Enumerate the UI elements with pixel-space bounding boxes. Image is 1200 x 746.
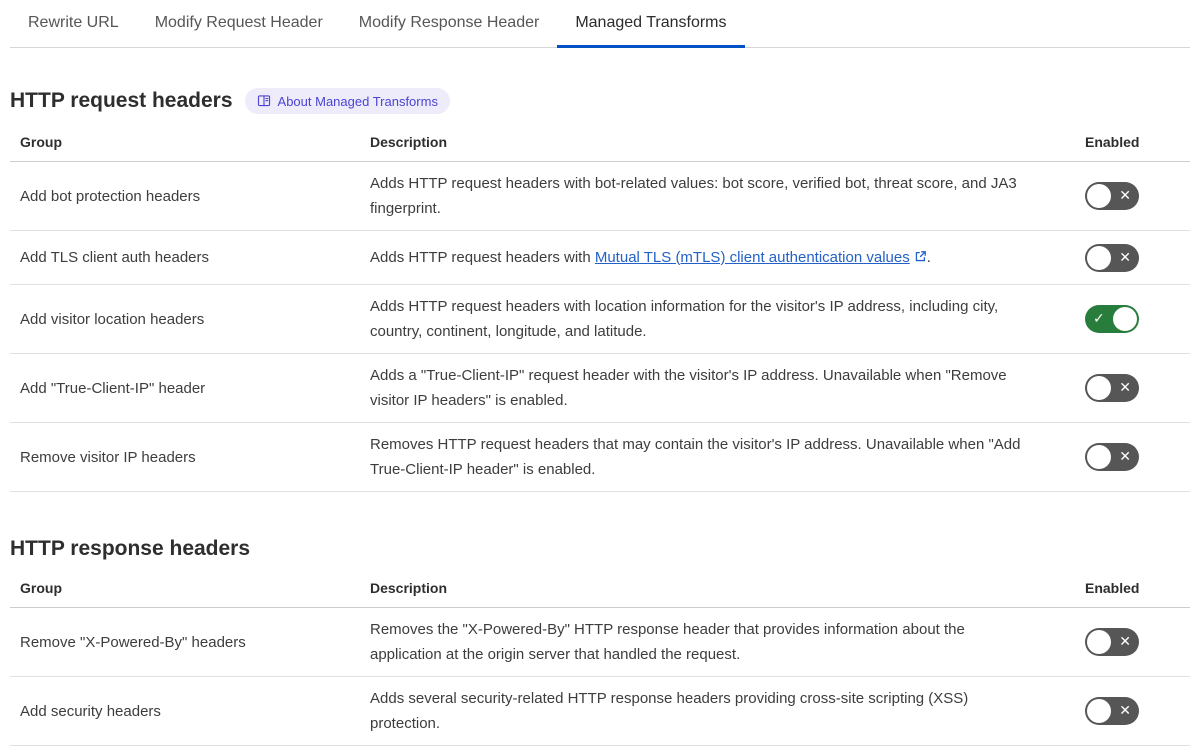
check-icon: ✓ [1093,311,1105,327]
enabled-cell: ✕ [1080,235,1190,281]
table-body: Remove "X-Powered-By" headers Removes the… [10,608,1190,746]
request-headers-section-header: HTTP request headers About Managed Trans… [10,88,1190,114]
description: Adds HTTP request headers with Mutual TL… [360,236,1080,280]
description: Adds HTTP request headers with location … [370,298,999,340]
x-icon: ✕ [1119,634,1131,650]
column-header-group: Group [20,580,62,596]
group-name: Add bot protection headers [20,187,201,205]
x-icon: ✕ [1119,449,1131,465]
table-row: Add security headers Adds several securit… [10,677,1190,746]
table-row: Add bot protection headers Adds HTTP requ… [10,162,1190,231]
toggle-add-visitor-location-headers[interactable]: ✓ [1085,305,1139,333]
tab-managed-transforms[interactable]: Managed Transforms [557,0,745,48]
toggle-add-bot-protection-headers[interactable]: ✕ [1085,182,1139,210]
enabled-cell: ✕ [1080,365,1190,411]
toggle-knob [1087,699,1111,723]
badge-label: About Managed Transforms [277,93,438,109]
group-name: Add TLS client auth headers [20,249,210,266]
enabled-cell: ✕ [1080,434,1190,480]
toggle-add-tls-client-auth-headers[interactable]: ✕ [1085,243,1139,272]
table-row: Add visitor location headers Adds HTTP re… [10,285,1190,354]
toggle-knob [1087,184,1111,208]
toggle-add-security-headers[interactable]: ✕ [1085,697,1139,725]
response-headers-section-header: HTTP response headers [10,536,1190,562]
toggle-remove-visitor-ip-headers[interactable]: ✕ [1085,443,1139,471]
enabled-cell: ✕ [1080,173,1190,219]
description: Adds several security-related HTTP respo… [370,690,969,732]
description: Adds HTTP request headers with bot-relat… [370,175,1017,217]
column-header-enabled: Enabled [1085,134,1140,150]
external-link-icon[interactable] [914,246,927,271]
tab-modify-request-header[interactable]: Modify Request Header [137,0,341,48]
tab-modify-response-header[interactable]: Modify Response Header [341,0,558,48]
group-name: Remove "X-Powered-By" headers [20,633,246,651]
group-name: Add security headers [20,702,161,720]
table-body: Add bot protection headers Adds HTTP requ… [10,162,1190,492]
book-open-icon [257,94,271,108]
description: Removes HTTP request headers that may co… [370,436,1021,478]
description: Adds a "True-Client-IP" request header w… [370,367,1007,409]
tab-rewrite-url[interactable]: Rewrite URL [10,0,137,48]
group-name: Add "True-Client-IP" header [20,379,206,397]
table-row: Remove visitor IP headers Removes HTTP re… [10,423,1190,492]
column-header-enabled: Enabled [1085,580,1140,596]
enabled-cell: ✕ [1080,619,1190,665]
table-header-row: Group Description Enabled [10,578,1190,608]
toggle-knob [1087,245,1111,270]
toggle-add-true-client-ip-header[interactable]: ✕ [1085,374,1139,402]
enabled-cell: ✓ [1080,296,1190,342]
mutual-tls-mtls-client-authentication-values-link[interactable]: Mutual TLS (mTLS) client authentication … [595,249,910,266]
response-headers-table: Group Description Enabled Remove "X-Powere… [10,578,1190,746]
table-row: Remove "X-Powered-By" headers Removes the… [10,608,1190,677]
toggle-knob [1087,376,1111,400]
request-headers-title: HTTP request headers [10,89,233,112]
x-icon: ✕ [1119,380,1131,396]
x-icon: ✕ [1119,249,1131,266]
table-row: Add "True-Client-IP" header Adds a "True-… [10,354,1190,423]
request-headers-table: Group Description Enabled Add bot protecti… [10,132,1190,492]
managed-transforms-page: Rewrite URL Modify Request Header Modify R… [0,0,1200,746]
description: Removes the "X-Powered-By" HTTP response… [370,621,965,663]
enabled-cell: ✕ [1080,688,1190,734]
column-header-description: Description [370,134,448,150]
group-name: Remove visitor IP headers [20,448,196,466]
toggle-knob [1113,307,1137,331]
response-headers-title: HTTP response headers [10,537,251,560]
tab-bar: Rewrite URL Modify Request Header Modify R… [10,0,1190,48]
toggle-remove-x-powered-by-headers[interactable]: ✕ [1085,628,1139,656]
about-managed-transforms-badge[interactable]: About Managed Transforms [244,88,450,114]
toggle-knob [1087,445,1111,469]
table-header-row: Group Description Enabled [10,132,1190,162]
toggle-knob [1087,630,1111,654]
column-header-group: Group [20,134,62,150]
x-icon: ✕ [1119,703,1131,719]
column-header-description: Description [370,580,448,596]
table-row: Add TLS client auth headers Adds HTTP req… [10,231,1190,285]
x-icon: ✕ [1119,188,1131,204]
group-name: Add visitor location headers [20,310,205,328]
